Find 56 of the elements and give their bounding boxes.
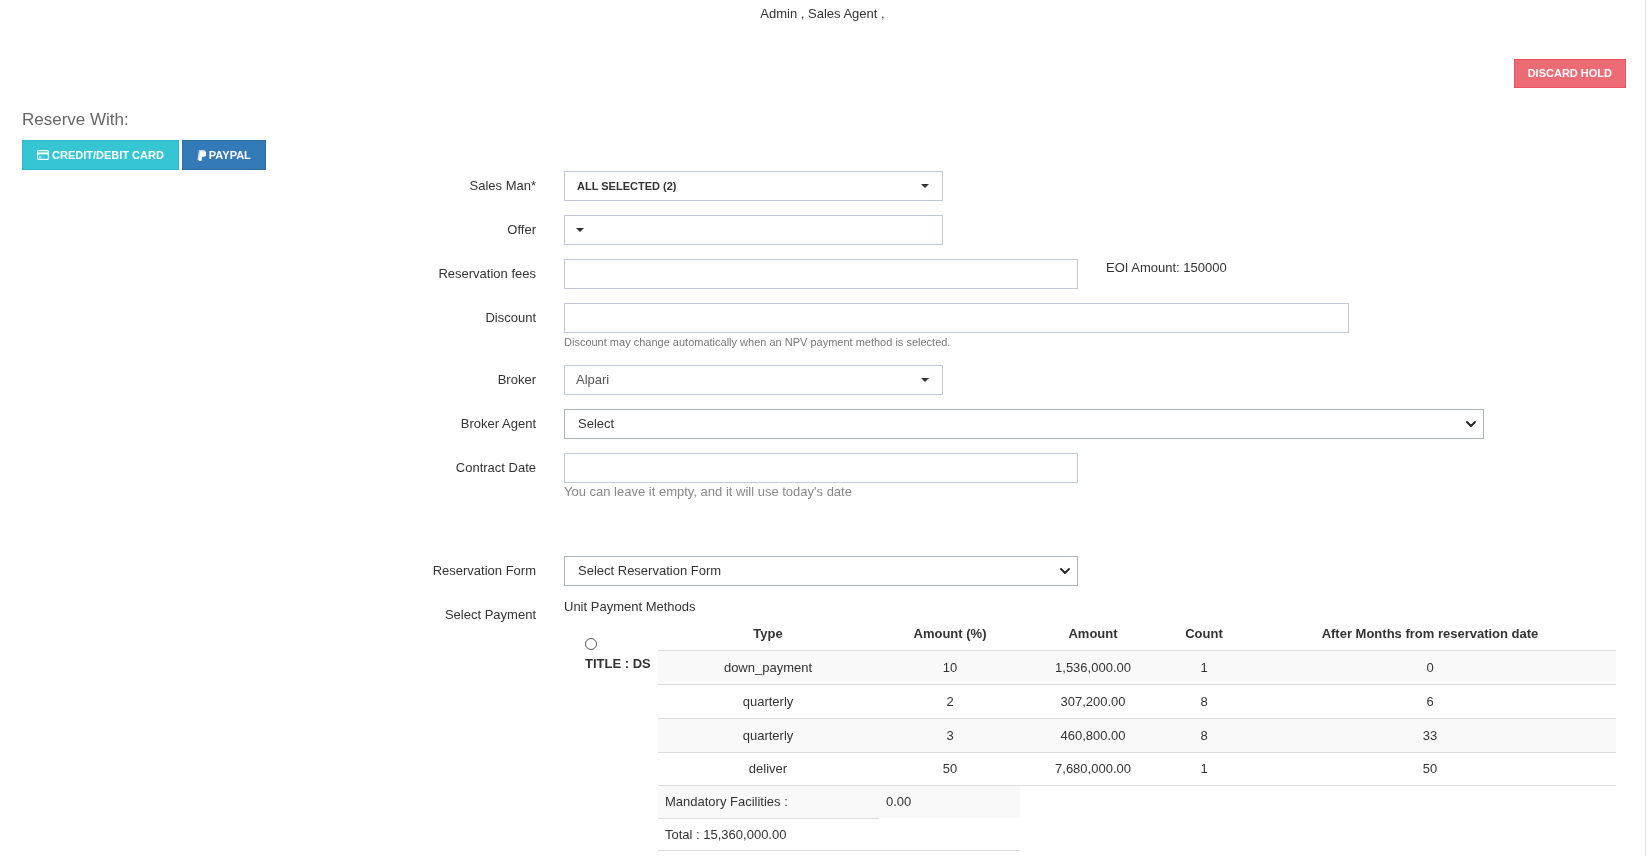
column-header: After Months from reservation date [1321,625,1539,644]
table-cell: deliver [658,752,878,786]
field-label: Offer [507,221,536,239]
table-cell: down_payment [658,650,878,684]
table-cell: 1 [1164,752,1244,786]
table-cell: 1 [1164,650,1244,684]
summary-value: 0.00 [879,786,1020,818]
help-text: You can leave it empty, and it will use today's date [564,483,853,501]
column-header: Amount (%) [913,625,987,644]
field-label: Broker Agent [460,415,536,433]
text-input[interactable] [564,453,1078,483]
field-label: Reservation fees [438,265,536,283]
field-label: Discount [485,309,536,327]
field-label: Broker [497,371,536,389]
table-cell: quarterly [658,718,878,752]
radio-button[interactable] [585,638,597,650]
select-dropdown[interactable]: Select Reservation Form [564,556,1078,586]
table-cell: 8 [1164,718,1244,752]
field-label: Contract Date [455,459,536,477]
text-input[interactable] [564,303,1349,333]
table-cell: 0 [1244,650,1616,684]
summary-label: Total : 15,360,000.00 [658,818,879,851]
dropdown[interactable] [564,215,943,245]
table-cell: 3 [878,718,1022,752]
column-header: Type [753,625,783,644]
dropdown[interactable]: Alpari [564,365,943,395]
summary-label: Mandatory Facilities : [658,786,879,818]
option-title: TITLE : DS [585,655,651,673]
table-cell: 50 [878,752,1022,786]
field-label: Reservation Form [432,562,536,580]
paypal-button[interactable]: PAYPAL [181,140,266,170]
chevron-down-icon [1060,568,1070,574]
user-roles-text: Admin , Sales Agent , [760,5,885,23]
field-label: Sales Man* [469,177,536,195]
field-label: Select Payment [444,606,536,624]
caret-down-icon [921,184,929,188]
eoi-amount-text: EOI Amount: 150000 [1106,259,1227,277]
credit-card-icon [37,150,49,160]
caret-down-icon [576,228,584,232]
table-cell: 1,536,000.00 [1022,650,1164,684]
paypal-logo-icon [196,149,206,161]
table-cell: 460,800.00 [1022,718,1164,752]
multiselect-dropdown[interactable]: ALL SELECTED (2) [564,171,943,201]
chevron-down-icon [1466,421,1476,427]
caret-down-icon [921,378,929,382]
help-text: Discount may change automatically when an NPV payment method is selected. [564,335,952,350]
table-cell: 50 [1244,752,1616,786]
table-cell: 7,680,000.00 [1022,752,1164,786]
table-cell: 10 [878,650,1022,684]
table-cell: 33 [1244,718,1616,752]
section-title: Reserve With: [22,110,129,129]
column-header: Count [1185,625,1223,644]
text-input[interactable] [564,259,1078,289]
section-subtitle: Unit Payment Methods [564,598,696,616]
select-dropdown[interactable]: Select [564,409,1484,439]
column-header: Amount [1068,625,1118,644]
